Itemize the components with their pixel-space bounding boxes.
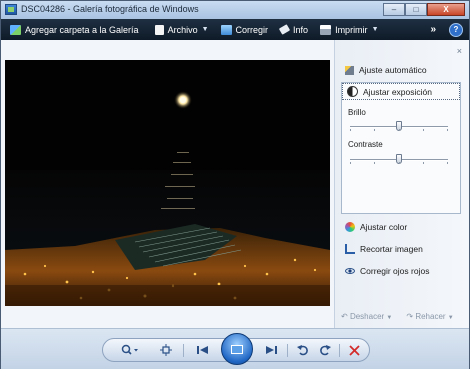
add-folder-button[interactable]: Agregar carpeta a la Galería [1, 19, 145, 40]
photo-gallery-window: DSC04286 - Galería fotográfica de Window… [0, 0, 470, 369]
separator [339, 344, 340, 357]
more-commands-icon[interactable]: » [430, 24, 435, 35]
slider-tick [399, 162, 400, 164]
red-eye-button[interactable]: Corregir ojos rojos [345, 266, 429, 276]
adjust-color-label: Ajustar color [360, 222, 408, 232]
close-panel-icon[interactable]: × [457, 46, 462, 56]
toolbar-right: » ? [430, 19, 463, 40]
window-title: DSC04286 - Galería fotográfica de Window… [21, 4, 199, 14]
slider-tick [447, 162, 448, 164]
separator [183, 344, 184, 357]
chevron-down-icon: ▼ [386, 315, 393, 321]
slider-tick [374, 162, 375, 164]
chevron-down-icon: ▼ [201, 26, 209, 33]
rotate-right-icon [320, 345, 331, 356]
print-menu[interactable]: Imprimir ▼ [314, 19, 384, 40]
delete-button[interactable] [346, 343, 362, 357]
crop-image-button[interactable]: Recortar imagen [345, 244, 423, 254]
minimize-button[interactable]: ‒ [383, 3, 405, 16]
rotate-left-icon [297, 345, 308, 356]
fix-panel: × Ajuste automático Ajustar exposición B… [334, 40, 469, 328]
magic-wand-icon [345, 65, 354, 75]
red-eye-label: Corregir ojos rojos [360, 266, 430, 276]
playback-controls [102, 333, 370, 365]
adjust-exposure-label: Ajustar exposición [363, 86, 432, 97]
fix-button[interactable]: Corregir [215, 19, 275, 40]
slider-tick [423, 162, 424, 164]
undo-redo-row: ↶ Deshacer ▼ ↷ Rehacer ▼ [341, 312, 454, 321]
navigation-bar [1, 328, 469, 369]
auto-adjust-label: Ajuste automático [359, 65, 427, 75]
redo-button[interactable]: ↷ Rehacer ▼ [406, 312, 453, 321]
caption-buttons: ‒ □ X [383, 3, 465, 17]
brightness-label: Brillo [348, 108, 366, 117]
info-button[interactable]: Info [274, 19, 314, 40]
fit-window-icon [160, 344, 172, 356]
fix-icon [220, 24, 232, 35]
printer-icon [320, 24, 332, 35]
chevron-down-icon: ▼ [447, 315, 454, 321]
slider-tick [350, 162, 351, 164]
previous-button[interactable] [193, 343, 213, 357]
rotate-left-button[interactable] [295, 343, 311, 357]
slider-tick [399, 129, 400, 131]
delete-icon [348, 344, 360, 356]
tag-icon [278, 24, 291, 35]
brightness-slider[interactable] [350, 121, 448, 131]
redo-label: Rehacer [415, 312, 446, 321]
slideshow-icon [231, 344, 243, 354]
slideshow-button[interactable] [221, 333, 253, 365]
exposure-icon [347, 86, 358, 97]
actual-size-button[interactable] [158, 343, 174, 357]
crop-icon [345, 244, 355, 254]
add-folder-icon [10, 24, 21, 35]
exposure-panel: Ajustar exposición Brillo Contraste [341, 82, 461, 214]
maximize-button[interactable]: □ [405, 3, 427, 16]
fix-label: Corregir [235, 24, 269, 35]
add-folder-label: Agregar carpeta a la Galería [25, 24, 139, 35]
undo-button[interactable]: ↶ Deshacer ▼ [341, 312, 392, 321]
file-icon [154, 24, 164, 35]
print-menu-label: Imprimir [335, 24, 368, 35]
color-wheel-icon [345, 222, 355, 232]
slider-tick [423, 129, 424, 131]
adjust-exposure-button[interactable]: Ajustar exposición [342, 83, 460, 100]
info-label: Info [293, 24, 309, 35]
slider-tick [447, 129, 448, 131]
eye-icon [345, 268, 355, 274]
auto-adjust-button[interactable]: Ajuste automático [345, 65, 427, 75]
zoom-button[interactable] [119, 343, 141, 357]
close-button[interactable]: X [427, 3, 465, 16]
toolbar: Agregar carpeta a la Galería Archivo ▼ C… [1, 19, 469, 40]
rotate-right-button[interactable] [317, 343, 333, 357]
slider-tick [350, 129, 351, 131]
separator [287, 344, 288, 357]
magnifier-icon [121, 344, 138, 355]
previous-icon [197, 346, 208, 354]
title-bar[interactable]: DSC04286 - Galería fotográfica de Window… [1, 1, 469, 19]
slider-tick [374, 129, 375, 131]
photo[interactable] [5, 60, 330, 306]
next-icon [266, 346, 277, 354]
crop-image-label: Recortar imagen [360, 244, 423, 254]
chevron-down-icon: ▼ [371, 26, 379, 33]
contrast-label: Contraste [348, 140, 383, 149]
file-menu[interactable]: Archivo ▼ [149, 19, 215, 40]
night-city-photo [5, 60, 330, 306]
adjust-color-button[interactable]: Ajustar color [345, 222, 407, 232]
next-button[interactable] [261, 343, 281, 357]
help-icon[interactable]: ? [449, 22, 463, 37]
image-viewer [1, 40, 334, 328]
contrast-slider[interactable] [350, 154, 448, 164]
file-menu-label: Archivo [167, 24, 198, 35]
undo-label: Deshacer [349, 312, 385, 321]
photo-gallery-app-icon [5, 4, 17, 15]
